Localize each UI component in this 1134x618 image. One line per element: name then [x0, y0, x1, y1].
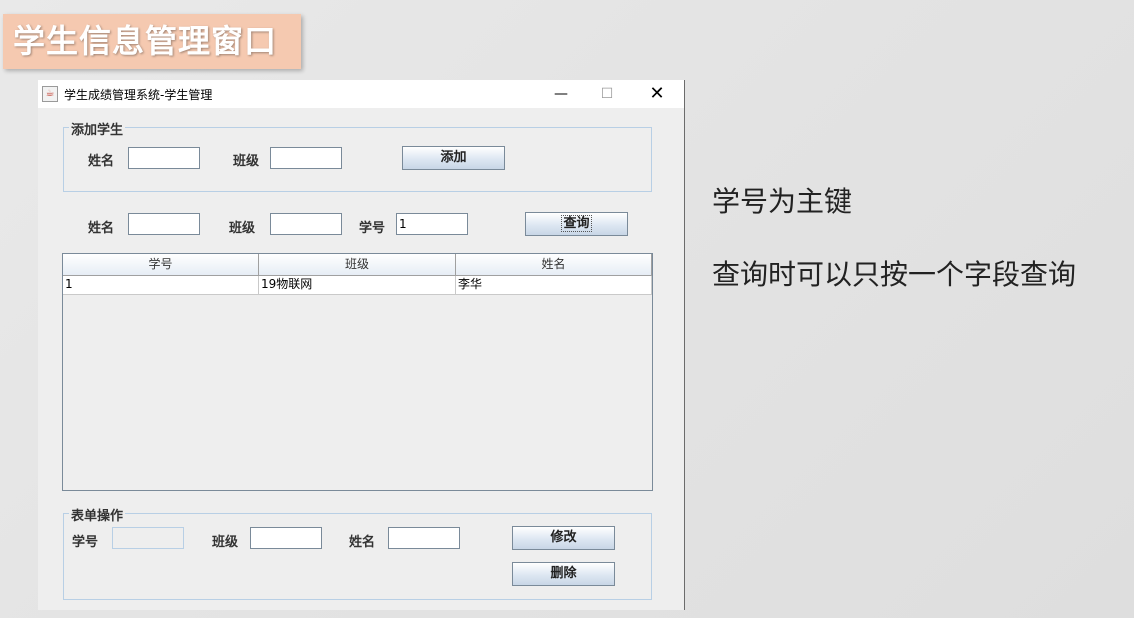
column-header-name[interactable]: 姓名 [456, 254, 652, 275]
modify-button[interactable]: 修改 [512, 526, 615, 550]
query-name-label: 姓名 [88, 221, 115, 236]
delete-button[interactable]: 删除 [512, 562, 615, 586]
form-class-label: 班级 [212, 535, 239, 550]
add-name-input[interactable] [128, 147, 200, 169]
window-titlebar[interactable]: ☕ 学生成绩管理系统-学生管理 — ☐ ✕ [38, 80, 684, 108]
form-id-label: 学号 [72, 535, 99, 550]
add-student-group-title: 添加学生 [69, 119, 126, 138]
slide-title: 学生信息管理窗口 [3, 14, 301, 69]
form-class-input[interactable] [250, 527, 322, 549]
cell-class[interactable]: 19物联网 [259, 276, 456, 294]
query-id-input[interactable]: 1 [396, 213, 468, 235]
query-class-input[interactable] [270, 213, 342, 235]
table-row[interactable]: 1 19物联网 李华 [63, 276, 652, 295]
note-primary-key: 学号为主键 [712, 185, 853, 218]
add-button[interactable]: 添加 [402, 146, 505, 170]
add-class-label: 班级 [233, 154, 260, 169]
student-management-window: ☕ 学生成绩管理系统-学生管理 — ☐ ✕ 添加学生 姓名 班级 添加 姓名 班… [38, 80, 685, 610]
column-header-class[interactable]: 班级 [259, 254, 456, 275]
window-title: 学生成绩管理系统-学生管理 [64, 88, 213, 102]
form-id-field [112, 527, 184, 549]
query-id-label: 学号 [359, 221, 386, 236]
query-button-label: 查询 [561, 215, 592, 232]
table-header: 学号 班级 姓名 [63, 254, 652, 276]
close-button[interactable]: ✕ [634, 80, 680, 108]
student-table[interactable]: 学号 班级 姓名 1 19物联网 李华 [62, 253, 653, 491]
form-operation-group-title: 表单操作 [69, 505, 126, 524]
cell-name[interactable]: 李华 [456, 276, 652, 294]
cell-id[interactable]: 1 [63, 276, 259, 294]
java-cup-icon: ☕ [42, 86, 58, 102]
maximize-button[interactable]: ☐ [584, 80, 630, 108]
query-button[interactable]: 查询 [525, 212, 628, 236]
form-name-input[interactable] [388, 527, 460, 549]
column-header-id[interactable]: 学号 [63, 254, 259, 275]
add-class-input[interactable] [270, 147, 342, 169]
form-name-label: 姓名 [349, 535, 376, 550]
query-name-input[interactable] [128, 213, 200, 235]
query-class-label: 班级 [229, 221, 256, 236]
add-name-label: 姓名 [88, 154, 115, 169]
minimize-button[interactable]: — [538, 80, 584, 108]
note-query-field: 查询时可以只按一个字段查询 [712, 258, 1077, 291]
